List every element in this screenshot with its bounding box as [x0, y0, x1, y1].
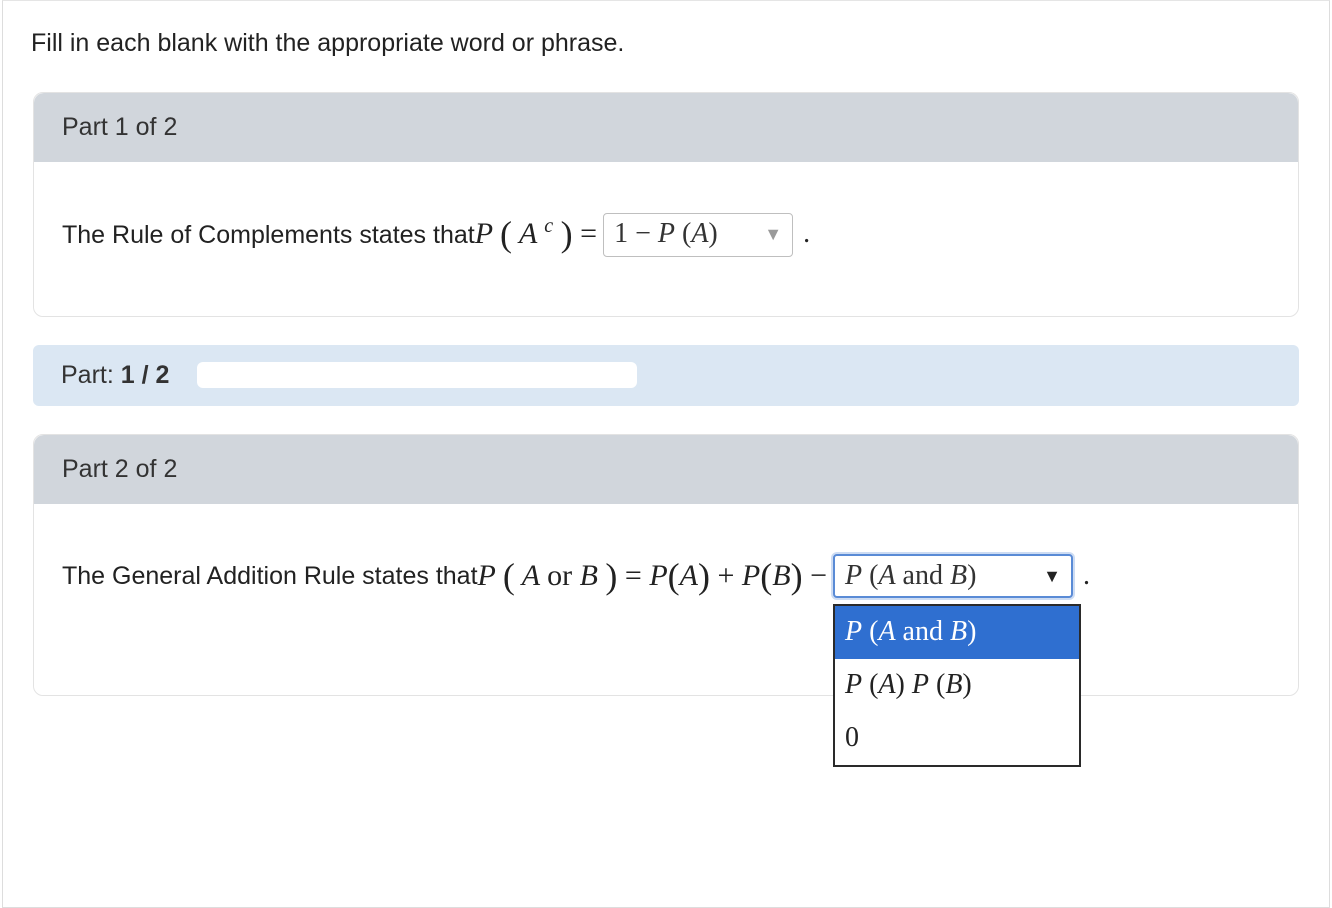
close-paren-icon: ) [561, 214, 573, 254]
chevron-down-icon: ▼ [1043, 562, 1061, 591]
open-paren-icon: ( [500, 214, 512, 254]
part-2-block: Part 2 of 2 The General Addition Rule st… [33, 434, 1299, 697]
dropdown-option-1[interactable]: P (A and B) [835, 606, 1079, 659]
dropdown-option-3[interactable]: 0 [835, 712, 1079, 765]
plus-sign: + [718, 559, 735, 592]
progress-label: Part: 1 / 2 [61, 361, 169, 390]
equals-sign-2: = [625, 559, 642, 592]
part-1-answer-dropdown[interactable]: 1 − P (A) ▼ [603, 213, 793, 257]
math-A: A [519, 217, 537, 250]
dropdown-option-3-text: 0 [845, 722, 859, 753]
math-sup-c: c [544, 215, 553, 237]
part-2-dropdown-value: P (A and B) [845, 554, 976, 599]
part-2-answer-dropdown[interactable]: P (A and B) ▼ [833, 554, 1073, 598]
part-1-dropdown-value: 1 − P (A) [614, 212, 718, 257]
part-2-period: . [1083, 554, 1090, 599]
math-or: or [547, 559, 580, 592]
instruction-text: Fill in each blank with the appropriate … [3, 1, 1329, 76]
part-2-header-text: Part 2 of 2 [62, 455, 177, 483]
part-1-header-text: Part 1 of 2 [62, 113, 177, 141]
part-2-dropdown-wrapper: P (A and B) ▼ P (A and B) P (A) P (B) 0 [827, 554, 1079, 598]
math-P: P [475, 217, 493, 250]
progress-label-value: 1 / 2 [121, 361, 170, 389]
equals-sign: = [580, 217, 597, 250]
part-2-math-lhs: P ( A or B ) = P(A) + P(B) − [478, 548, 827, 606]
part-2-dropdown-menu: P (A and B) P (A) P (B) 0 [833, 604, 1081, 766]
progress-bar [197, 362, 637, 388]
minus-sign: − [810, 559, 827, 592]
dropdown-option-2[interactable]: P (A) P (B) [835, 659, 1079, 712]
part-2-text-before: The General Addition Rule states that [62, 556, 478, 596]
progress-label-prefix: Part: [61, 361, 121, 389]
part-2-body: The General Addition Rule states that P … [34, 504, 1298, 696]
part-2-header: Part 2 of 2 [34, 435, 1298, 504]
part-1-block: Part 1 of 2 The Rule of Complements stat… [33, 92, 1299, 317]
progress-block: Part: 1 / 2 [33, 345, 1299, 406]
instruction-content: Fill in each blank with the appropriate … [31, 29, 624, 57]
part-1-text-before: The Rule of Complements states that [62, 215, 475, 255]
question-page: Fill in each blank with the appropriate … [2, 0, 1330, 908]
chevron-down-icon: ▼ [764, 220, 782, 249]
part-1-math-lhs: P ( A c ) = [475, 206, 597, 264]
part-1-header: Part 1 of 2 [34, 93, 1298, 162]
part-1-body: The Rule of Complements states that P ( … [34, 162, 1298, 316]
part-1-period: . [803, 212, 810, 257]
